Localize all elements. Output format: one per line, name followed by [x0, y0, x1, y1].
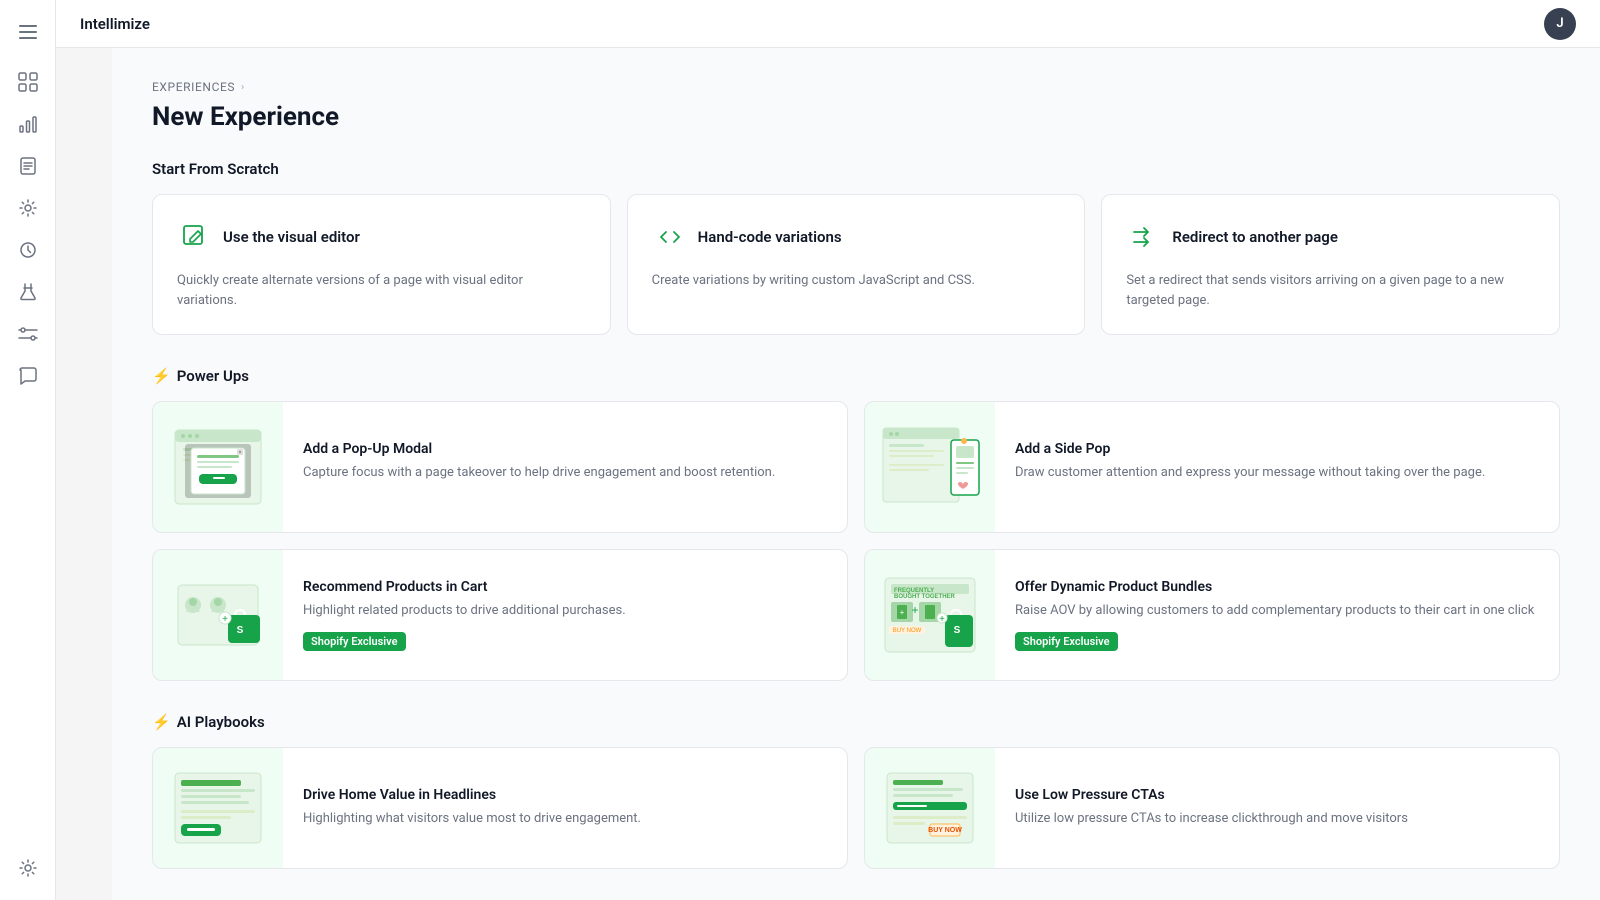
- sidebar-item-gear[interactable]: [8, 848, 48, 888]
- main-content: EXPERIENCES › New Experience Start From …: [112, 48, 1600, 900]
- popup-modal-card[interactable]: Add a Pop-Up Modal Capture focus with a …: [152, 401, 848, 533]
- hand-code-card[interactable]: Hand-code variations Create variations b…: [627, 194, 1086, 335]
- popup-modal-desc: Capture focus with a page takeover to he…: [303, 463, 827, 483]
- shopify-exclusive-badge-2: Shopify Exclusive: [1015, 632, 1118, 651]
- topbar: Intellimize J: [56, 0, 1600, 48]
- redirect-title: Redirect to another page: [1172, 228, 1338, 246]
- visual-editor-title: Use the visual editor: [223, 228, 360, 246]
- powerups-icon: ⚡: [152, 367, 171, 385]
- redirect-desc: Set a redirect that sends visitors arriv…: [1126, 271, 1535, 310]
- scratch-cards-grid: Use the visual editor Quickly create alt…: [152, 194, 1560, 335]
- user-avatar[interactable]: J: [1544, 8, 1576, 40]
- dynamic-bundles-image: FREQUENTLY BOUGHT TOGETHER + + S: [865, 550, 995, 680]
- sidebar-item-analytics[interactable]: [8, 104, 48, 144]
- recommend-products-title: Recommend Products in Cart: [303, 579, 827, 595]
- scratch-section-title: Start From Scratch: [152, 160, 1560, 178]
- sidebar-item-reports[interactable]: [8, 146, 48, 186]
- svg-text:BUY NOW: BUY NOW: [893, 628, 922, 634]
- side-pop-content: Add a Side Pop Draw customer attention a…: [995, 421, 1559, 513]
- low-pressure-ctas-desc: Utilize low pressure CTAs to increase cl…: [1015, 809, 1539, 829]
- sidebar-item-settings-main[interactable]: [8, 188, 48, 228]
- redirect-card[interactable]: Redirect to another page Set a redirect …: [1101, 194, 1560, 335]
- hamburger-menu[interactable]: [8, 12, 48, 52]
- popup-modal-image: [153, 402, 283, 532]
- low-pressure-ctas-content: Use Low Pressure CTAs Utilize low pressu…: [995, 767, 1559, 849]
- low-pressure-ctas-title: Use Low Pressure CTAs: [1015, 787, 1539, 803]
- app-logo: Intellimize: [80, 15, 150, 33]
- svg-text:+: +: [900, 608, 905, 617]
- ai-icon: ⚡: [152, 713, 171, 731]
- visual-editor-card[interactable]: Use the visual editor Quickly create alt…: [152, 194, 611, 335]
- shuffle-icon: [1126, 219, 1162, 255]
- ai-section-title: ⚡ AI Playbooks: [152, 713, 1560, 731]
- hand-code-desc: Create variations by writing custom Java…: [652, 271, 1061, 291]
- side-pop-card[interactable]: Add a Side Pop Draw customer attention a…: [864, 401, 1560, 533]
- drive-home-value-title: Drive Home Value in Headlines: [303, 787, 827, 803]
- drive-home-value-content: Drive Home Value in Headlines Highlighti…: [283, 767, 847, 849]
- dynamic-bundles-title: Offer Dynamic Product Bundles: [1015, 579, 1539, 595]
- side-pop-desc: Draw customer attention and express your…: [1015, 463, 1539, 483]
- breadcrumb: EXPERIENCES ›: [152, 80, 1560, 94]
- drive-home-value-image: [153, 748, 283, 868]
- svg-text:BUY NOW: BUY NOW: [928, 827, 962, 834]
- shopify-exclusive-badge-1: Shopify Exclusive: [303, 632, 406, 651]
- visual-editor-header: Use the visual editor: [177, 219, 586, 255]
- code-icon: [652, 219, 688, 255]
- powerups-title-text: Power Ups: [177, 367, 249, 385]
- drive-home-value-card[interactable]: Drive Home Value in Headlines Highlighti…: [152, 747, 848, 869]
- dynamic-bundles-desc: Raise AOV by allowing customers to add c…: [1015, 601, 1539, 621]
- popup-modal-title: Add a Pop-Up Modal: [303, 441, 827, 457]
- svg-text:+: +: [222, 614, 228, 625]
- svg-text:S: S: [237, 625, 244, 636]
- recommend-products-content: Recommend Products in Cart Highlight rel…: [283, 559, 847, 672]
- hand-code-header: Hand-code variations: [652, 219, 1061, 255]
- sidebar-item-history[interactable]: [8, 230, 48, 270]
- playbook-cards-grid: Drive Home Value in Headlines Highlighti…: [152, 747, 1560, 869]
- sidebar-item-filters[interactable]: [8, 314, 48, 354]
- sidebar-item-experiments[interactable]: [8, 272, 48, 312]
- dynamic-bundles-card[interactable]: FREQUENTLY BOUGHT TOGETHER + + S: [864, 549, 1560, 681]
- sidebar-item-dashboard[interactable]: [8, 62, 48, 102]
- dynamic-bundles-content: Offer Dynamic Product Bundles Raise AOV …: [995, 559, 1559, 672]
- powerup-cards-grid: Add a Pop-Up Modal Capture focus with a …: [152, 401, 1560, 681]
- pencil-square-icon: [177, 219, 213, 255]
- side-pop-title: Add a Side Pop: [1015, 441, 1539, 457]
- low-pressure-ctas-card[interactable]: BUY NOW Use Low Pressure CTAs Utilize lo…: [864, 747, 1560, 869]
- popup-modal-content: Add a Pop-Up Modal Capture focus with a …: [283, 421, 847, 513]
- powerups-section-title: ⚡ Power Ups: [152, 367, 1560, 385]
- svg-text:+: +: [911, 603, 918, 617]
- recommend-products-card[interactable]: S + Recommend Products in Cart Highlight…: [152, 549, 848, 681]
- ai-title-text: AI Playbooks: [177, 713, 265, 731]
- hand-code-title: Hand-code variations: [698, 228, 842, 246]
- visual-editor-desc: Quickly create alternate versions of a p…: [177, 271, 586, 310]
- sidebar: [0, 0, 56, 900]
- scratch-title-text: Start From Scratch: [152, 160, 279, 178]
- svg-text:+: +: [939, 614, 945, 625]
- side-pop-image: [865, 402, 995, 532]
- recommend-products-image: S +: [153, 550, 283, 680]
- recommend-products-desc: Highlight related products to drive addi…: [303, 601, 827, 621]
- breadcrumb-parent[interactable]: EXPERIENCES: [152, 80, 235, 94]
- redirect-header: Redirect to another page: [1126, 219, 1535, 255]
- svg-text:S: S: [954, 625, 961, 636]
- page-title: New Experience: [152, 102, 1560, 132]
- drive-home-value-desc: Highlighting what visitors value most to…: [303, 809, 827, 829]
- sidebar-item-messages[interactable]: [8, 356, 48, 396]
- low-pressure-ctas-image: BUY NOW: [865, 748, 995, 868]
- svg-text:BOUGHT TOGETHER: BOUGHT TOGETHER: [894, 594, 956, 600]
- breadcrumb-chevron-icon: ›: [241, 82, 245, 93]
